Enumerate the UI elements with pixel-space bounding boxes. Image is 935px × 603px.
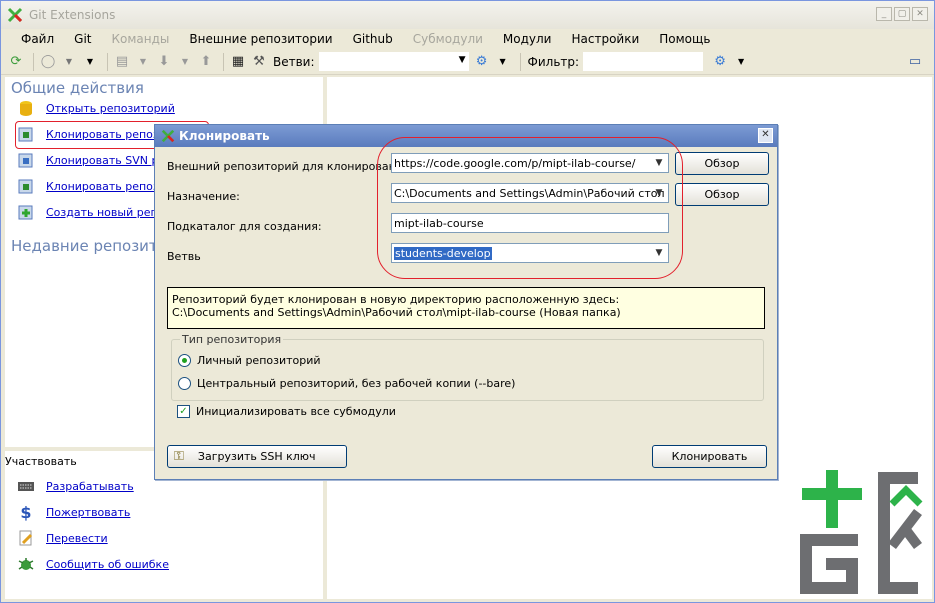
clone-button[interactable]: Клонировать [652,445,767,468]
central-repo-label: Центральный репозиторий, без рабочей коп… [197,377,516,390]
pencil-icon [19,530,33,546]
toolbar: ⟳ ◯ ▼ ▼ ▤ ▼ ⬇ ▼ ⬆ ▦ ⚒ Ветви: ▼ ⚙ ▼ Фильт… [1,49,934,75]
chevron-down-icon[interactable]: ▼ [176,53,194,71]
personal-repo-radio[interactable] [178,354,191,367]
branch-label: Ветвь [167,250,201,263]
report-bug-link[interactable]: Сообщить об ошибке [46,558,169,571]
menu-help[interactable]: Помощь [649,32,720,46]
git-extensions-icon [161,129,175,143]
toolbar-separator [223,52,224,71]
init-submodules-option[interactable]: ✓ Инициализировать все субмодули [177,405,396,418]
settings-tools-icon[interactable]: ⚒ [250,53,268,71]
gitext-logo [800,470,923,594]
destination-info-box: Репозиторий будет клонирован в новую дир… [167,287,765,329]
keyboard-icon [18,482,34,491]
subdirectory-label: Подкаталог для создания: [167,220,322,233]
create-repository-action[interactable]: Создать новый репоз [17,203,170,221]
personal-repo-option[interactable]: Личный репозиторий [178,354,321,367]
key-icon: ⚿ [174,449,184,464]
chevron-down-icon[interactable]: ▼ [134,53,152,71]
refresh-icon[interactable]: ⟳ [7,53,25,71]
toolbar-separator [107,52,108,71]
dollar-icon: $ [20,503,32,522]
main-titlebar: Git Extensions _ ▢ ✕ [1,1,934,29]
stash-icon[interactable]: ▤ [113,53,131,71]
load-ssh-key-label: Загрузить SSH ключ [197,450,316,463]
open-repository-link[interactable]: Открыть репозиторий [46,102,175,115]
dialog-title: Клонировать [179,129,270,143]
info-line-2: C:\Documents and Settings\Admin\Рабочий … [172,306,621,319]
chevron-down-icon[interactable]: ▼ [459,55,466,65]
menu-file[interactable]: Файл [11,32,64,46]
translate-link[interactable]: Перевести [46,532,108,545]
central-repo-option[interactable]: Центральный репозиторий, без рабочей коп… [178,377,515,390]
nav-back-icon[interactable]: ◯ [39,53,57,71]
report-bug-action[interactable]: Сообщить об ошибке [17,555,169,573]
translate-action[interactable]: Перевести [17,529,108,547]
destination-label: Назначение: [167,190,240,203]
donate-action[interactable]: $ Пожертвовать [17,503,130,522]
info-line-1: Репозиторий будет клонирован в новую дир… [172,293,620,306]
menu-submodules[interactable]: Субмодули [403,32,493,46]
clone-repo-icon [18,179,33,194]
chevron-down-icon[interactable]: ▼ [494,53,512,71]
browse-destination-button[interactable]: Обзор [675,183,769,206]
minimize-button[interactable]: _ [876,7,892,21]
push-icon[interactable]: ⬆ [197,53,215,71]
clone-dialog: Клонировать ✕ Внешний репозиторий для кл… [154,124,778,480]
branches-combo[interactable]: ▼ [318,52,469,71]
develop-action[interactable]: Разрабатывать [17,477,134,495]
clone-svn-icon [18,153,33,168]
clone-github-action[interactable]: Клонировать репози [17,177,166,195]
menu-commands[interactable]: Команды [102,32,180,46]
gear-icon[interactable]: ⚙ [473,53,491,71]
layout-toggle-icon[interactable]: ▭ [906,53,924,71]
common-actions-title: Общие действия [11,79,144,97]
menu-github[interactable]: Github [343,32,403,46]
window-title: Git Extensions [29,8,116,22]
gear-icon[interactable]: ⚙ [711,53,729,71]
git-extensions-icon [7,7,23,23]
personal-repo-label: Личный репозиторий [197,354,321,367]
repository-type-group: Тип репозитория Личный репозиторий Центр… [171,333,764,401]
close-icon[interactable]: ✕ [758,128,773,143]
remote-url-label: Внешний репозиторий для клонирования [167,160,410,173]
donate-link[interactable]: Пожертвовать [46,506,130,519]
filter-input[interactable] [583,52,704,71]
branches-label: Ветви: [273,54,315,69]
open-repository-action[interactable]: Открыть репозиторий [17,99,175,117]
menubar: Файл Git Команды Внешние репозитории Git… [1,29,934,49]
pull-icon[interactable]: ⬇ [155,53,173,71]
create-repo-icon [18,205,33,220]
menu-plugins[interactable]: Модули [493,32,562,46]
bug-icon [18,558,34,570]
close-button[interactable]: ✕ [912,7,928,21]
recent-repositories-title: Недавние репозито [11,237,167,255]
menu-settings[interactable]: Настройки [561,32,649,46]
chevron-down-icon[interactable]: ▼ [81,53,99,71]
browse-remote-button[interactable]: Обзор [675,152,769,175]
chevron-down-icon[interactable]: ▼ [732,53,750,71]
load-ssh-key-button[interactable]: ⚿ Загрузить SSH ключ [167,445,347,468]
develop-link[interactable]: Разрабатывать [46,480,134,493]
clone-github-link[interactable]: Клонировать репози [46,180,166,193]
maximize-button[interactable]: ▢ [894,7,910,21]
clone-svn-action[interactable]: Клонировать SVN реп [17,151,172,169]
database-icon [20,101,32,116]
annotation-outline-fields [377,137,683,279]
create-repository-link[interactable]: Создать новый репоз [46,206,170,219]
repository-type-title: Тип репозитория [180,333,284,346]
init-submodules-label: Инициализировать все субмодули [196,405,396,418]
central-repo-radio[interactable] [178,377,191,390]
chevron-down-icon[interactable]: ▼ [60,53,78,71]
menu-git[interactable]: Git [64,32,101,46]
window-controls: _ ▢ ✕ [876,7,928,21]
menu-remotes[interactable]: Внешние репозитории [179,32,342,46]
toolbar-separator [33,52,34,71]
filter-label: Фильтр: [527,54,580,69]
toolbar-separator [519,52,521,71]
init-submodules-checkbox[interactable]: ✓ [177,405,190,418]
console-icon[interactable]: ▦ [229,53,247,71]
